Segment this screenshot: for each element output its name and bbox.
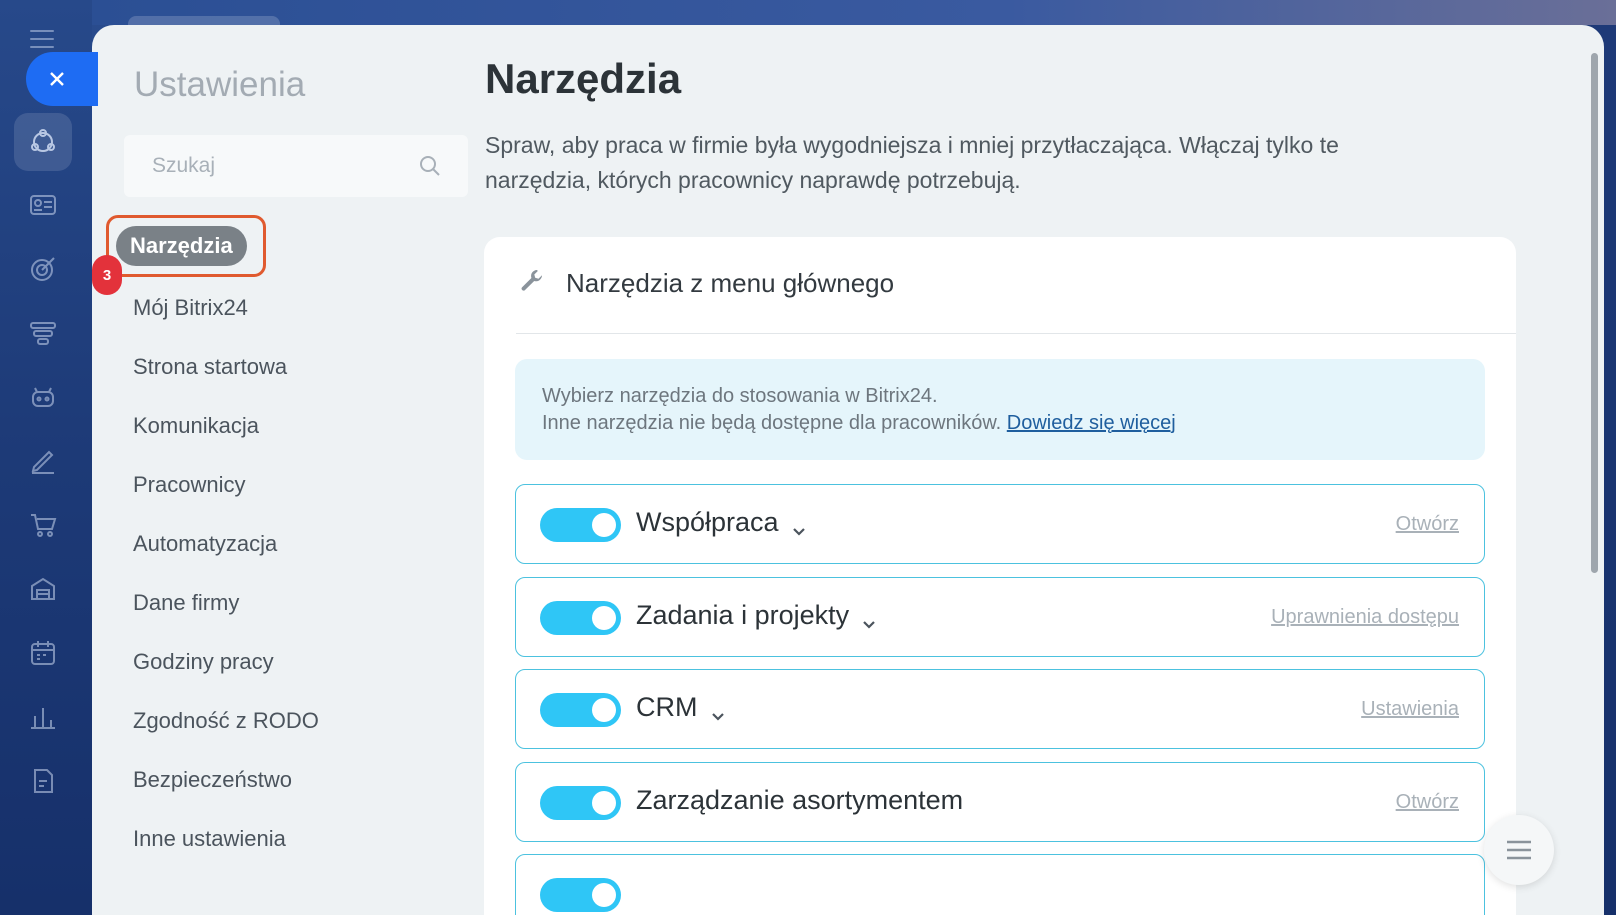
list-menu-button[interactable] xyxy=(1484,815,1554,885)
page-title: Narzędzia xyxy=(485,55,682,102)
page-description: Spraw, aby praca w firmie była wygodniej… xyxy=(485,132,1339,193)
info-line-2-text: Inne narzędzia nie będą dostępne dla pra… xyxy=(542,412,1002,434)
collaboration-icon[interactable] xyxy=(14,113,72,171)
sidebar-item-godziny-pracy[interactable]: Godziny pracy xyxy=(133,649,274,675)
sidebar-item-inne-ustawienia[interactable]: Inne ustawienia xyxy=(133,826,286,852)
tool-name[interactable]: Współpraca xyxy=(636,507,779,538)
tool-toggle[interactable] xyxy=(540,601,621,635)
sidebar-item-pracownicy[interactable]: Pracownicy xyxy=(133,472,245,498)
tool-row-wspolpraca: Współpraca Otwórz xyxy=(515,484,1485,564)
close-icon xyxy=(50,72,64,86)
tool-action-link[interactable]: Ustawienia xyxy=(1361,698,1459,721)
tool-name-container: CRM xyxy=(636,692,726,723)
settings-panel: Ustawienia Narzędzia 3 Mój Bitrix24 Stro… xyxy=(92,25,1604,915)
tool-action-link[interactable]: Otwórz xyxy=(1396,513,1459,536)
tool-row-zadania: Zadania i projekty Uprawnienia dostępu xyxy=(515,577,1485,657)
tools-card: Narzędzia z menu głównego Wybierz narzęd… xyxy=(484,237,1516,915)
background-strip xyxy=(92,0,1616,25)
sidebar-item-bezpieczenstwo[interactable]: Bezpieczeństwo xyxy=(133,767,292,793)
settings-title: Ustawienia xyxy=(134,65,306,104)
scrollbar[interactable] xyxy=(1591,53,1598,573)
bar-chart-icon[interactable] xyxy=(20,694,66,740)
tool-name[interactable]: Zarządzanie asortymentem xyxy=(636,785,963,816)
toggle-knob xyxy=(592,791,616,815)
tool-action-link[interactable]: Otwórz xyxy=(1396,791,1459,814)
tool-toggle[interactable] xyxy=(540,786,621,820)
tool-toggle[interactable] xyxy=(540,878,621,912)
tool-action-link[interactable]: Uprawnienia dostępu xyxy=(1271,606,1459,629)
app-rail xyxy=(0,0,92,915)
card-title: Narzędzia z menu głównego xyxy=(566,268,895,298)
tool-name-container: Zadania i projekty xyxy=(636,600,877,631)
sidebar-item-automatyzacja[interactable]: Automatyzacja xyxy=(133,531,277,557)
card-header: Narzędzia z menu głównego xyxy=(518,267,894,300)
tool-name-container: Zarządzanie asortymentem xyxy=(636,785,963,816)
pen-icon[interactable] xyxy=(20,438,66,484)
document-sign-icon[interactable] xyxy=(20,758,66,804)
toggle-knob xyxy=(592,513,616,537)
info-line-1: Wybierz narzędzia do stosowania w Bitrix… xyxy=(542,385,938,407)
step-badge: 3 xyxy=(92,255,122,295)
chevron-down-icon[interactable] xyxy=(861,608,877,629)
sidebar-item-komunikacja[interactable]: Komunikacja xyxy=(133,413,259,439)
contacts-card-icon[interactable] xyxy=(20,182,66,228)
tool-row-asortyment: Zarządzanie asortymentem Otwórz xyxy=(515,762,1485,842)
toggle-knob xyxy=(592,883,616,907)
tool-toggle[interactable] xyxy=(540,508,621,542)
target-icon[interactable] xyxy=(20,246,66,292)
tool-name-container: Współpraca xyxy=(636,507,807,538)
chevron-down-icon[interactable] xyxy=(791,515,807,536)
sidebar-item-zgodnosc-rodo[interactable]: Zgodność z RODO xyxy=(133,708,319,734)
close-panel-button[interactable] xyxy=(26,52,98,106)
warehouse-icon[interactable] xyxy=(20,566,66,612)
info-box: Wybierz narzędzia do stosowania w Bitrix… xyxy=(515,359,1485,460)
sidebar-item-moj-bitrix24[interactable]: Mój Bitrix24 xyxy=(133,295,248,321)
wrench-icon xyxy=(518,267,546,300)
robot-icon[interactable] xyxy=(20,374,66,420)
funnel-icon[interactable] xyxy=(20,310,66,356)
search-input[interactable] xyxy=(152,154,402,178)
cart-icon[interactable] xyxy=(20,502,66,548)
list-icon xyxy=(1507,840,1531,860)
sidebar-item-narzedzia[interactable]: Narzędzia xyxy=(116,226,247,266)
divider xyxy=(516,333,1516,334)
toggle-knob xyxy=(592,606,616,630)
tool-row-partial xyxy=(515,854,1485,915)
tool-name[interactable]: Zadania i projekty xyxy=(636,600,849,631)
search-icon[interactable] xyxy=(418,154,442,178)
search-box xyxy=(124,135,468,197)
learn-more-link[interactable]: Dowiedz się więcej xyxy=(1007,412,1176,434)
tool-row-crm: CRM Ustawienia xyxy=(515,669,1485,749)
toggle-knob xyxy=(592,698,616,722)
calendar-icon[interactable] xyxy=(20,630,66,676)
tool-toggle[interactable] xyxy=(540,693,621,727)
info-line-2: Inne narzędzia nie będą dostępne dla pra… xyxy=(542,410,1485,437)
tool-name[interactable]: CRM xyxy=(636,692,698,723)
sidebar-item-strona-startowa[interactable]: Strona startowa xyxy=(133,354,287,380)
chevron-down-icon[interactable] xyxy=(710,700,726,721)
sidebar-item-dane-firmy[interactable]: Dane firmy xyxy=(133,590,239,616)
menu-icon[interactable] xyxy=(30,30,54,54)
